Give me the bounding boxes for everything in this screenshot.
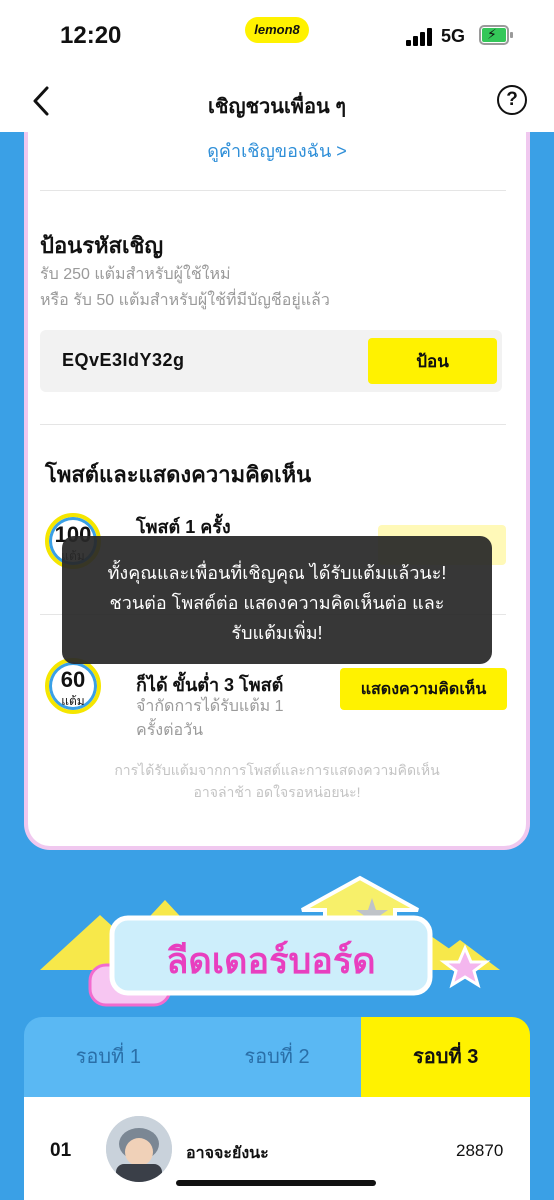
rank-number: 01 [50,1140,72,1161]
divider [40,190,506,191]
task-comment-desc: จำกัดการได้รับแต้ม 1 [136,698,284,715]
delay-note: การได้รับแต้มจากการโพสต์และการแสดงความคิ… [114,762,440,778]
leaderboard-banner: ลีดเดอร์บอร์ด [40,870,520,1020]
avatar[interactable] [106,1116,172,1182]
points-badge-comment: 60 แต้ม [45,658,101,714]
enter-code-button[interactable]: ป้อน [368,338,497,384]
points-unit: แต้ม [61,694,85,708]
status-time: 12:20 [60,22,122,49]
leaderboard-title: ลีดเดอร์บอร์ด [166,940,376,981]
toast-line: ชวนต่อ โพสต์ต่อ แสดงความคิดเห็นต่อ และ [109,593,445,613]
page-title: เชิญชวนเพื่อน ๆ [208,96,346,118]
username: อาจจะยังนะ [186,1145,269,1162]
status-bar: 12:20 lemon8 5G ⚡ [0,0,554,72]
post-comment-heading: โพสต์และแสดงความคิดเห็น [45,462,312,487]
task-comment-desc: ครั้งต่อวัน [136,722,204,739]
toast-line: รับแต้มเพิ่ม! [231,623,323,643]
tab-round-1[interactable]: รอบที่ 1 [24,1017,193,1097]
invite-code-heading: ป้อนรหัสเชิญ [40,233,164,258]
home-indicator [176,1180,376,1186]
divider [40,424,506,425]
nav-bar: เชิญชวนเพื่อน ๆ ? [0,72,554,132]
network-label: 5G [441,26,466,46]
tab-round-3[interactable]: รอบที่ 3 [361,1017,530,1097]
score: 28870 [456,1141,504,1160]
invite-subtitle-existing-users: หรือ รับ 50 แต้มสำหรับผู้ใช้ที่มีบัญชีอย… [40,292,330,309]
battery-icon: ⚡ [479,25,513,45]
invite-subtitle-new-users: รับ 250 แต้มสำหรับผู้ใช้ใหม่ [40,266,231,283]
points-value: 60 [60,667,86,692]
invite-code-value[interactable]: EQvE3IdY32g [62,350,185,371]
toast-message: ทั้งคุณและเพื่อนที่เชิญคุณ ได้รับแต้มแล้… [62,536,492,664]
delay-note: อาจล่าช้า อดใจรอหน่อยนะ! [193,784,361,800]
lemon8-logo: lemon8 [245,17,309,43]
comment-button[interactable]: แสดงความคิดเห็น [340,668,507,710]
signal-icon [406,28,434,46]
round-tabs: รอบที่ 1 รอบที่ 2 รอบที่ 3 [24,1017,530,1097]
view-my-invites-link[interactable]: ดูคำเชิญของฉัน > [0,136,554,165]
tab-round-2[interactable]: รอบที่ 2 [192,1017,362,1097]
question-circle-icon[interactable]: ? [497,85,527,115]
toast-line: ทั้งคุณและเพื่อนที่เชิญคุณ ได้รับแต้มแล้… [107,563,447,583]
